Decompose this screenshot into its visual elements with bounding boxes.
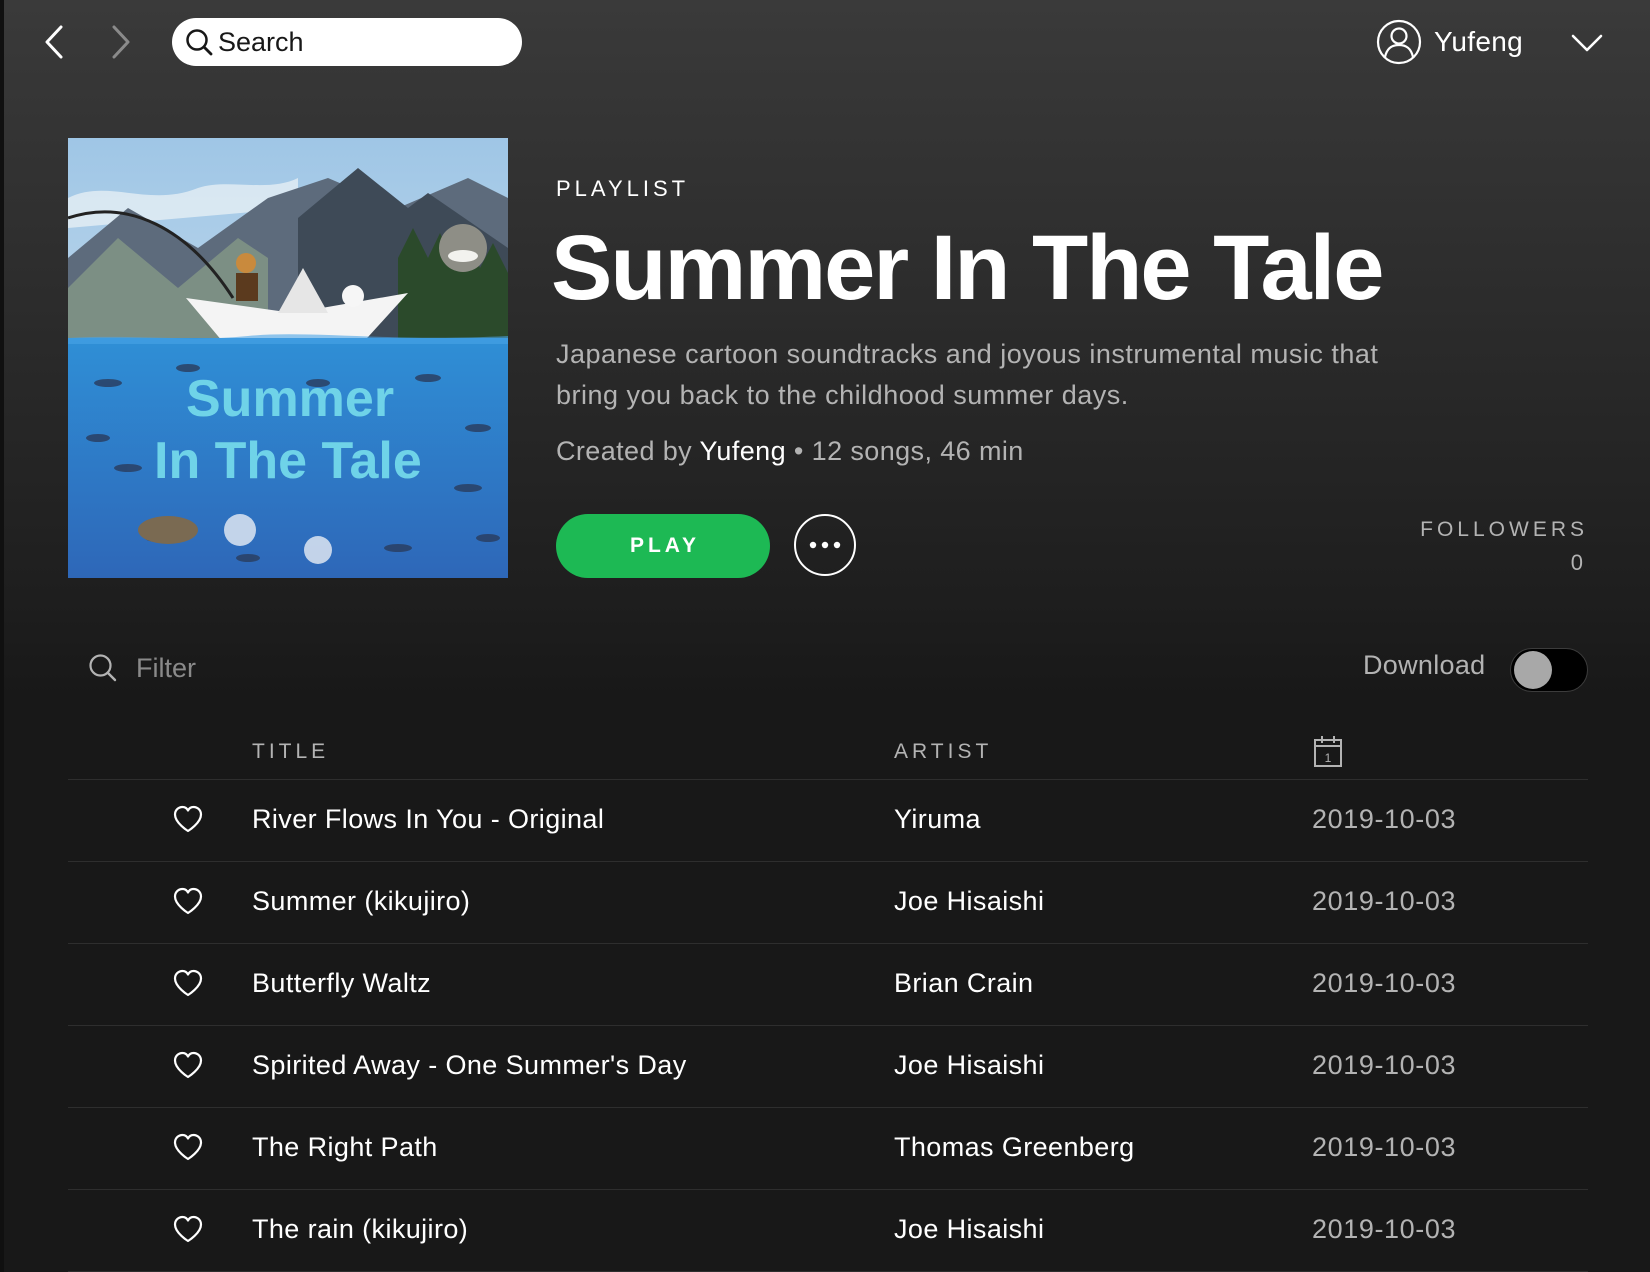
user-menu[interactable]: Yufeng xyxy=(1376,18,1523,66)
track-date-added: 2019-10-03 xyxy=(1312,804,1457,834)
calendar-day-number: 1 xyxy=(1325,751,1332,765)
track-title: Summer (kikujiro) xyxy=(252,886,471,916)
track-artist[interactable]: Brian Crain xyxy=(894,968,1033,999)
cover-title-line1: Summer xyxy=(186,370,394,428)
playlist-meta: Created by Yufeng • 12 songs, 46 min xyxy=(556,436,1024,467)
track-date-added: 2019-10-03 xyxy=(1312,968,1457,998)
track-date-added: 2019-10-03 xyxy=(1312,1214,1457,1244)
track-row[interactable]: The Right Path Thomas Greenberg 2019-10-03 xyxy=(68,1108,1588,1190)
cover-artwork: Summer In The Tale xyxy=(68,138,508,578)
window-edge xyxy=(0,0,4,1272)
created-by-label: Created by xyxy=(556,436,693,466)
chevron-right-icon xyxy=(112,25,130,59)
track-date-added: 2019-10-03 xyxy=(1312,1132,1457,1162)
track-artist[interactable]: Thomas Greenberg xyxy=(894,1132,1135,1163)
followers-label: FOLLOWERS xyxy=(1420,518,1588,541)
track-row[interactable]: Spirited Away - One Summer's Day Joe Hisa… xyxy=(68,1026,1588,1108)
more-options-button[interactable] xyxy=(794,514,856,576)
user-circle-icon xyxy=(1376,19,1422,65)
track-row[interactable]: Butterfly Waltz Brian Crain 2019-10-03 xyxy=(68,944,1588,1026)
chevron-left-icon xyxy=(45,25,63,59)
column-header-date-added[interactable]: 1 xyxy=(1313,734,1343,768)
play-button[interactable]: PLAY xyxy=(556,514,770,578)
followers-count: 0 xyxy=(1570,550,1584,575)
search-icon xyxy=(184,27,214,57)
heart-icon[interactable] xyxy=(172,1214,204,1244)
track-date-added: 2019-10-03 xyxy=(1312,1050,1457,1080)
heart-icon[interactable] xyxy=(172,1132,204,1162)
track-row[interactable]: River Flows In You - Original Yiruma 2019-… xyxy=(68,780,1588,862)
track-title: Butterfly Waltz xyxy=(252,968,432,998)
track-artist[interactable]: Joe Hisaishi xyxy=(894,1050,1044,1081)
heart-icon[interactable] xyxy=(172,886,204,916)
search-bar[interactable] xyxy=(172,18,522,66)
column-header-title[interactable]: TITLE xyxy=(252,740,329,764)
download-toggle[interactable] xyxy=(1510,648,1588,692)
playlist-description: Japanese cartoon soundtracks and joyous … xyxy=(556,339,1379,410)
app-window: Yufeng xyxy=(0,0,1650,1272)
track-artist[interactable]: Yiruma xyxy=(894,804,981,835)
track-date-added: 2019-10-03 xyxy=(1312,886,1457,916)
playlist-cover[interactable]: Summer In The Tale xyxy=(68,138,508,578)
filter-input[interactable] xyxy=(136,652,436,684)
user-name: Yufeng xyxy=(1434,26,1523,57)
track-row[interactable]: Summer (kikujiro) Joe Hisaishi 2019-10-03 xyxy=(68,862,1588,944)
track-title: The rain (kikujiro) xyxy=(252,1214,469,1244)
cover-title-line2: In The Tale xyxy=(154,432,422,490)
back-button[interactable] xyxy=(34,22,74,62)
download-toggle-knob xyxy=(1514,651,1552,689)
download-label: Download xyxy=(1363,650,1486,680)
chevron-down-icon xyxy=(1571,34,1603,52)
forward-button[interactable] xyxy=(101,22,141,62)
playlist-title: Summer In The Tale xyxy=(551,217,1384,319)
track-artist[interactable]: Joe Hisaishi xyxy=(894,886,1044,917)
column-header-artist[interactable]: ARTIST xyxy=(894,740,992,764)
track-row[interactable]: The rain (kikujiro) Joe Hisaishi 2019-10-0… xyxy=(68,1190,1588,1272)
calendar-icon: 1 xyxy=(1314,736,1342,767)
owner-link[interactable]: Yufeng xyxy=(700,436,787,466)
track-title: River Flows In You - Original xyxy=(252,804,605,834)
track-artist[interactable]: Joe Hisaishi xyxy=(894,1214,1044,1245)
search-input[interactable] xyxy=(218,26,498,58)
filter-bar[interactable] xyxy=(88,648,436,688)
track-list: River Flows In You - Original Yiruma 2019-… xyxy=(68,780,1588,1272)
playlist-stats: • 12 songs, 46 min xyxy=(793,436,1024,466)
heart-icon[interactable] xyxy=(172,1050,204,1080)
search-icon xyxy=(89,654,117,682)
heart-icon[interactable] xyxy=(172,968,204,998)
track-title: Spirited Away - One Summer's Day xyxy=(252,1050,687,1080)
playlist-type-label: PLAYLIST xyxy=(556,176,690,201)
more-options-icon xyxy=(809,541,841,549)
heart-icon[interactable] xyxy=(172,804,204,834)
track-title: The Right Path xyxy=(252,1132,438,1162)
user-dropdown-button[interactable] xyxy=(1570,28,1604,58)
